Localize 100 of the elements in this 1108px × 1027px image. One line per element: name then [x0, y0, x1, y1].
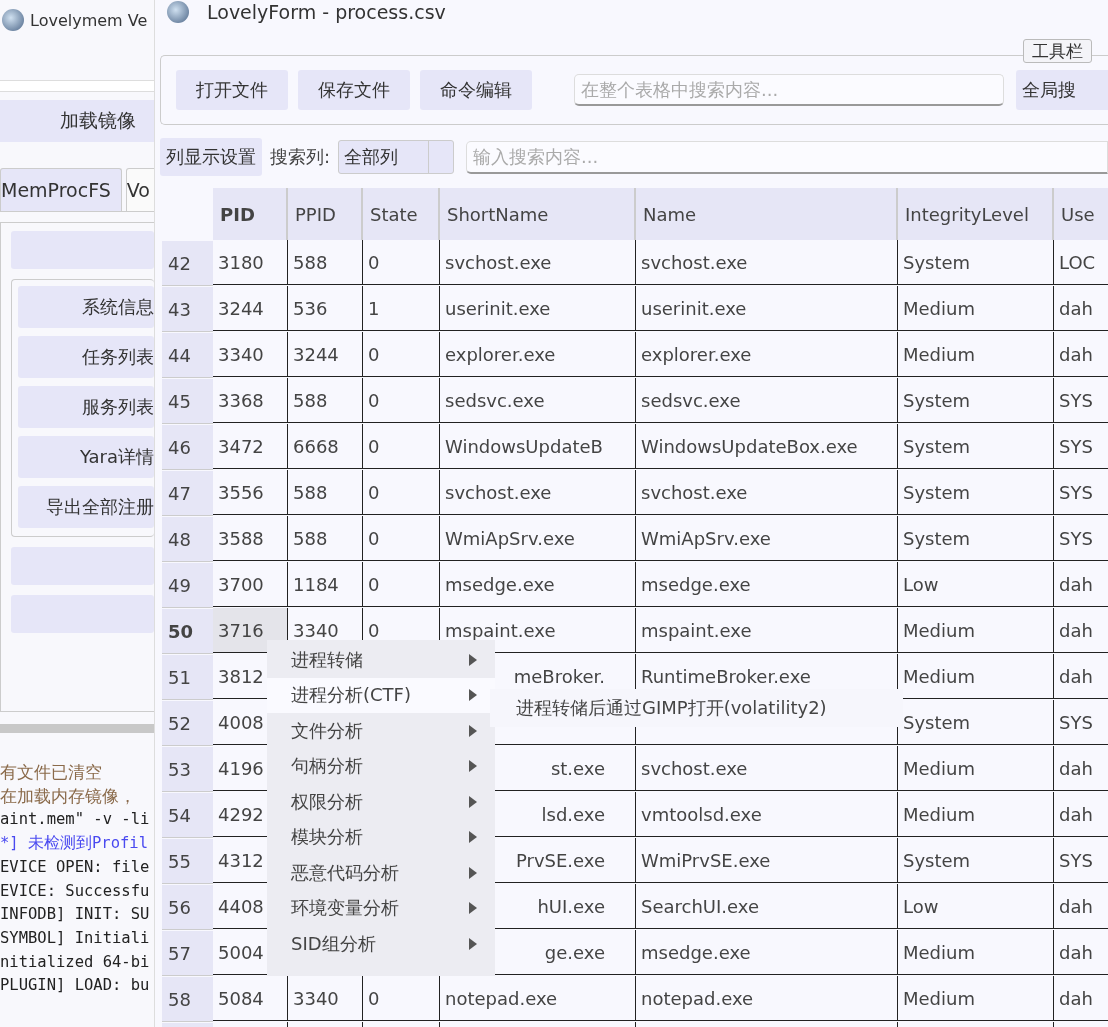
- column-header[interactable]: State: [363, 188, 440, 240]
- table-cell: 0: [363, 470, 440, 515]
- table-cell: 3340: [288, 976, 363, 1021]
- row-header[interactable]: 44: [162, 332, 213, 378]
- search-field[interactable]: 在整个表格中搜索内容...: [574, 74, 1004, 106]
- column-header[interactable]: Use: [1054, 188, 1108, 240]
- action-button[interactable]: 系统信息: [18, 286, 154, 328]
- log-line: *] 未检测到Profil: [0, 833, 149, 855]
- row-header[interactable]: 48: [162, 516, 213, 562]
- toolbar-button[interactable]: 打开文件: [176, 70, 288, 110]
- table-cell: WindowsUpdateB: [440, 424, 636, 469]
- table-cell: 3700: [213, 562, 288, 607]
- row-header[interactable]: 56: [162, 884, 213, 930]
- submenu-arrow-icon: [469, 653, 477, 666]
- table-cell: System: [898, 838, 1054, 883]
- table-cell: System: [898, 516, 1054, 561]
- column-header[interactable]: Name: [636, 188, 898, 240]
- table-cell: WmiPrvSE.exe: [636, 838, 898, 883]
- column-header[interactable]: ShortName: [440, 188, 636, 240]
- window-title: Lovelymem Ve: [30, 10, 148, 30]
- tab[interactable]: MemProcFS: [0, 168, 122, 211]
- table-cell: 3244: [288, 332, 363, 377]
- table-cell: Low: [898, 884, 1054, 929]
- tab[interactable]: Vo: [125, 168, 154, 211]
- table-cell: 3244: [213, 286, 288, 331]
- column-header[interactable]: PID: [213, 188, 288, 240]
- table-cell: explorer.exe: [636, 332, 898, 377]
- column-select[interactable]: 全部列: [338, 140, 455, 174]
- table-cell: Medium: [898, 976, 1054, 1021]
- table-cell: 0: [363, 240, 440, 285]
- table-cell: System: [898, 424, 1054, 469]
- table-cell: vmtoolsd.exe: [636, 792, 898, 837]
- table-cell: 0: [363, 378, 440, 423]
- menu-item[interactable]: 进程分析(CTF): [267, 677, 495, 713]
- column-header[interactable]: PPID: [288, 188, 363, 240]
- table-cell: 0: [363, 516, 440, 561]
- submenu-arrow-icon: [469, 866, 477, 879]
- row-header[interactable]: 43: [162, 286, 213, 332]
- log-line: EVICE OPEN: file: [0, 856, 151, 878]
- submenu-arrow-icon: [469, 937, 477, 950]
- table-cell: System: [898, 700, 1054, 745]
- toolbar-button[interactable]: 保存文件: [298, 70, 410, 110]
- submenu-arrow-icon: [469, 724, 477, 737]
- table-cell: 3556: [213, 470, 288, 515]
- table-cell: Medium: [898, 930, 1054, 975]
- search-field[interactable]: 输入搜索内容...: [466, 140, 1108, 174]
- table-cell: 0: [363, 424, 440, 469]
- row-header[interactable]: 45: [162, 378, 213, 424]
- log-line: INFODB] INIT: SU: [0, 904, 151, 926]
- table-cell: svchost.exe: [636, 746, 898, 791]
- row-header[interactable]: 49: [162, 562, 213, 608]
- table-cell: 3588: [213, 516, 288, 561]
- window-title: LovelyForm - process.csv: [207, 1, 446, 23]
- row-header[interactable]: 58: [162, 976, 213, 1022]
- table-cell: System: [898, 378, 1054, 423]
- blank-button[interactable]: [11, 547, 154, 585]
- log-line: 有文件已清空: [0, 761, 103, 784]
- scrollbar[interactable]: [0, 724, 154, 733]
- table-cell: System: [898, 470, 1054, 515]
- action-button[interactable]: 服务列表: [18, 386, 154, 428]
- blank-button[interactable]: [11, 231, 154, 269]
- table-cell: 5084: [213, 976, 288, 1021]
- row-header[interactable]: 57: [162, 930, 213, 976]
- load-image-button[interactable]: 加载镜像: [0, 100, 154, 142]
- submenu-arrow-icon: [469, 795, 477, 808]
- row-header[interactable]: 42: [162, 240, 213, 286]
- search-column-label: 搜索列:: [270, 145, 331, 169]
- column-header[interactable]: IntegrityLevel: [898, 188, 1054, 240]
- table-cell: 588: [288, 470, 363, 515]
- app-logo-icon: [167, 1, 189, 23]
- table-cell: userinit.exe: [636, 286, 898, 331]
- table-cell: 1: [363, 286, 440, 331]
- table-cell: 6668: [288, 424, 363, 469]
- log-line: nitialized 64-bi: [0, 951, 151, 973]
- column-settings-button[interactable]: 列显示设置: [160, 138, 262, 176]
- row-header[interactable]: 53: [162, 746, 213, 792]
- action-button[interactable]: 任务列表: [18, 336, 154, 378]
- toolbar-button[interactable]: 命令编辑: [420, 70, 532, 110]
- row-header[interactable]: 54: [162, 792, 213, 838]
- row-header[interactable]: 46: [162, 424, 213, 470]
- row-header[interactable]: 50: [162, 608, 213, 654]
- table-cell: sedsvc.exe: [636, 378, 898, 423]
- log-line: SYMBOL] Initiali: [0, 927, 151, 949]
- table-cell: WmiApSrv.exe: [636, 516, 898, 561]
- table-cell: notepad.exe: [440, 976, 636, 1021]
- table-cell: notepad.exe: [636, 976, 898, 1021]
- row-header[interactable]: 55: [162, 838, 213, 884]
- blank-button[interactable]: [11, 595, 154, 633]
- row-header[interactable]: 52: [162, 700, 213, 746]
- log-line: EVICE: Successfu: [0, 880, 151, 902]
- table-cell: 3368: [213, 378, 288, 423]
- global-search-button[interactable]: 全局搜: [1016, 70, 1108, 110]
- action-button[interactable]: 导出全部注册: [18, 486, 154, 528]
- table-cell: 0: [363, 332, 440, 377]
- table-cell: 0: [363, 562, 440, 607]
- row-header[interactable]: 47: [162, 470, 213, 516]
- action-button[interactable]: Yara详情: [18, 436, 154, 478]
- table-cell: SearchUI.exe: [636, 884, 898, 929]
- toolbar-title: 工具栏: [1023, 39, 1092, 63]
- row-header[interactable]: 51: [162, 654, 213, 700]
